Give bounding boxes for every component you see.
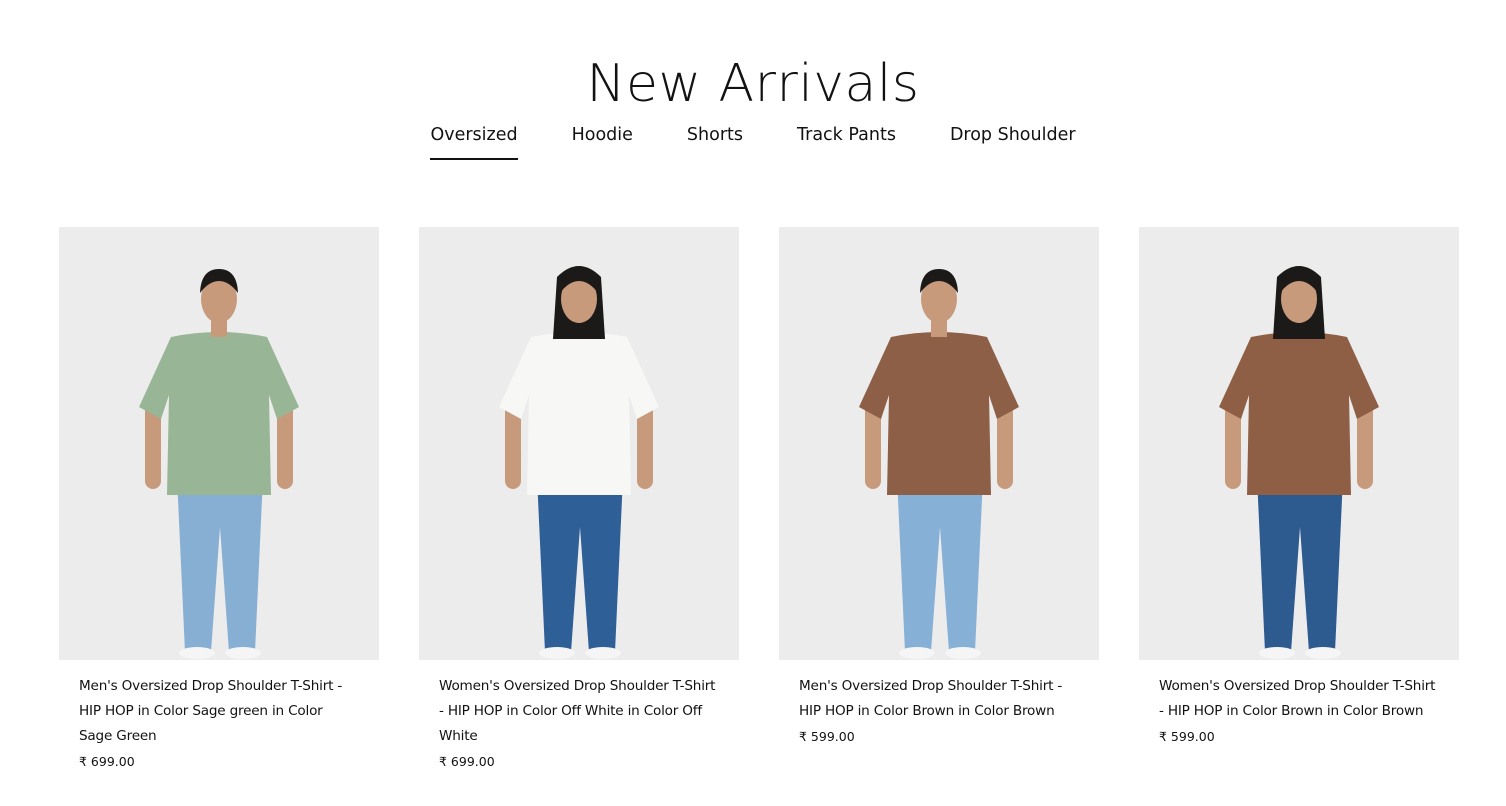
product-title[interactable]: Women's Oversized Drop Shoulder T-Shirt …	[439, 674, 719, 749]
shoe-shape	[585, 647, 621, 659]
product-card[interactable]: Men's Oversized Drop Shoulder T-Shirt - …	[59, 227, 379, 771]
shirt-shape	[859, 332, 1019, 495]
jeans-shape	[897, 477, 983, 652]
model-figure	[1219, 266, 1379, 659]
tab-shorts[interactable]: Shorts	[687, 118, 743, 160]
model-figure	[139, 269, 299, 659]
product-title[interactable]: Men's Oversized Drop Shoulder T-Shirt - …	[799, 674, 1079, 724]
shoe-shape	[945, 647, 981, 659]
model-figure	[859, 269, 1019, 659]
product-card[interactable]: Women's Oversized Drop Shoulder T-Shirt …	[1139, 227, 1459, 771]
shirt-shape	[139, 332, 299, 495]
category-tabs: Oversized Hoodie Shorts Track Pants Drop…	[0, 118, 1506, 160]
product-image[interactable]	[419, 227, 739, 660]
shoe-shape	[899, 647, 935, 659]
product-price: ₹ 599.00	[1159, 729, 1215, 744]
product-price: ₹ 699.00	[79, 754, 135, 769]
product-title[interactable]: Men's Oversized Drop Shoulder T-Shirt - …	[79, 674, 359, 749]
shoe-shape	[1259, 647, 1295, 659]
product-card[interactable]: Women's Oversized Drop Shoulder T-Shirt …	[419, 227, 739, 771]
shirt-shape	[1219, 332, 1379, 495]
product-price: ₹ 699.00	[439, 754, 495, 769]
product-image[interactable]	[59, 227, 379, 660]
product-grid: Men's Oversized Drop Shoulder T-Shirt - …	[59, 227, 1459, 771]
tab-oversized[interactable]: Oversized	[430, 118, 518, 160]
jeans-shape	[177, 477, 263, 652]
tab-hoodie[interactable]: Hoodie	[572, 118, 633, 160]
product-title[interactable]: Women's Oversized Drop Shoulder T-Shirt …	[1159, 674, 1439, 724]
shoe-shape	[539, 647, 575, 659]
shoe-shape	[225, 647, 261, 659]
product-card[interactable]: Men's Oversized Drop Shoulder T-Shirt - …	[779, 227, 1099, 771]
model-figure	[499, 266, 659, 659]
shoe-shape	[179, 647, 215, 659]
product-image[interactable]	[779, 227, 1099, 660]
tab-track-pants[interactable]: Track Pants	[797, 118, 896, 160]
shoe-shape	[1305, 647, 1341, 659]
jeans-shape	[1257, 477, 1343, 652]
product-image[interactable]	[1139, 227, 1459, 660]
shirt-shape	[499, 332, 659, 495]
tab-drop-shoulder[interactable]: Drop Shoulder	[950, 118, 1076, 160]
product-price: ₹ 599.00	[799, 729, 855, 744]
jeans-shape	[537, 477, 623, 652]
section-title: New Arrivals	[586, 53, 920, 114]
